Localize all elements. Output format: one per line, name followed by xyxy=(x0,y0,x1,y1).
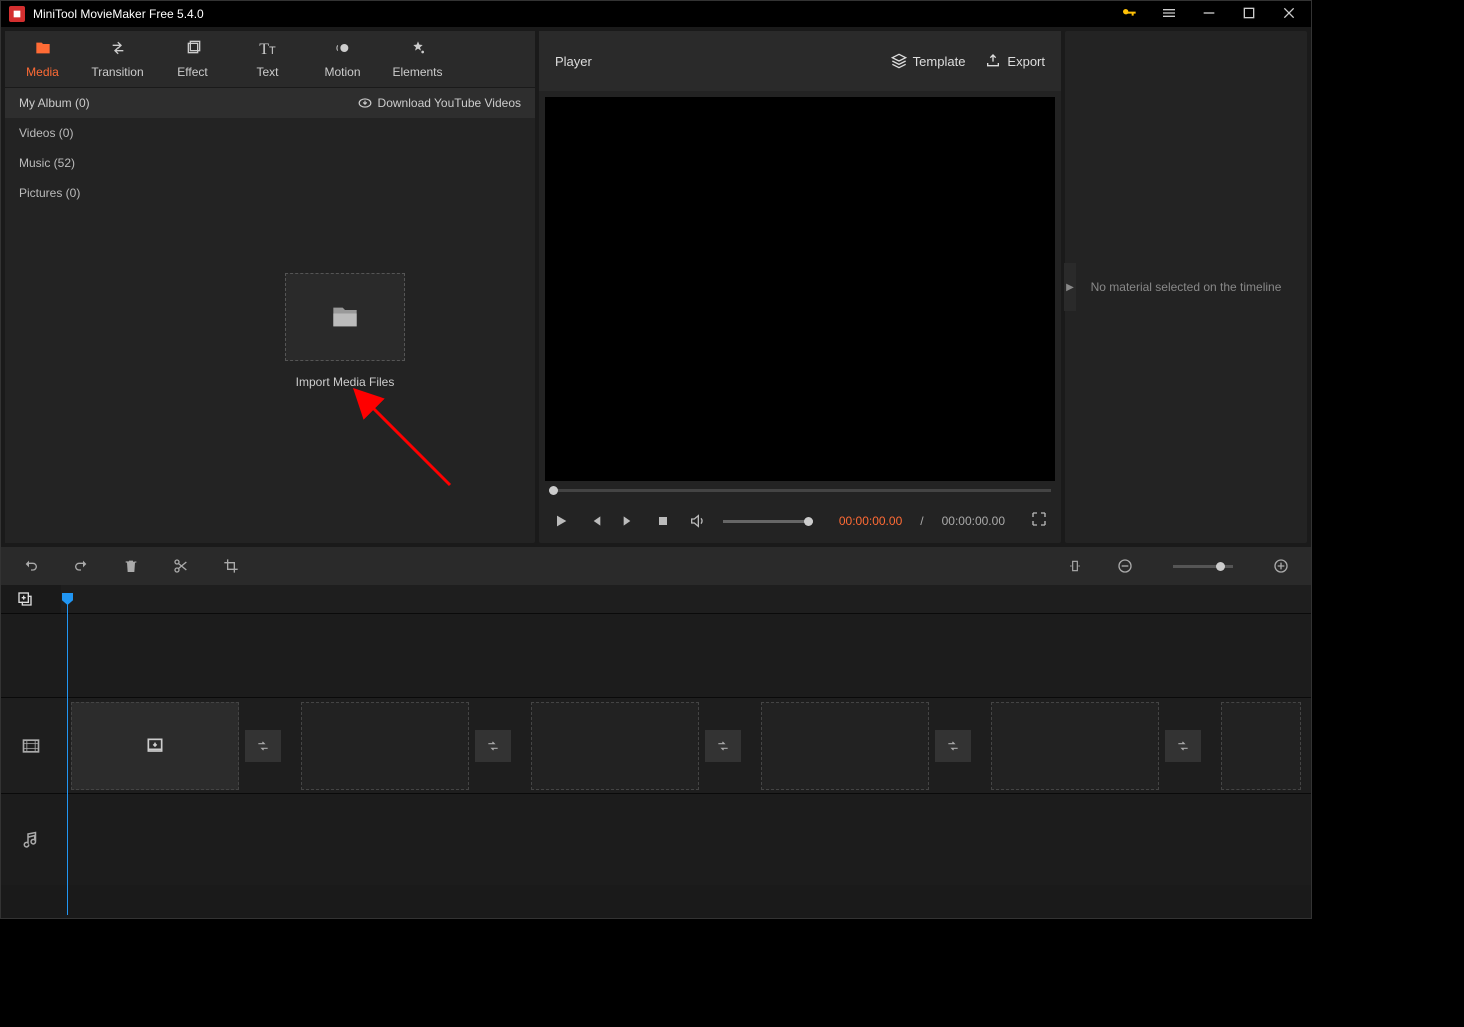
volume-button[interactable] xyxy=(689,513,705,529)
prev-frame-button[interactable] xyxy=(587,513,603,529)
export-button[interactable]: Export xyxy=(985,53,1045,69)
crop-button[interactable] xyxy=(221,558,241,574)
elements-icon xyxy=(380,39,455,61)
folder-import-icon xyxy=(331,305,359,329)
stop-button[interactable] xyxy=(655,513,671,529)
time-separator: / xyxy=(920,514,923,528)
tab-motion[interactable]: Motion xyxy=(305,31,380,87)
timeline-video-track[interactable] xyxy=(1,697,1311,793)
properties-panel: ▶ No material selected on the timeline xyxy=(1065,31,1307,543)
transition-icon xyxy=(80,39,155,61)
tab-label: Transition xyxy=(91,65,143,79)
timeline-audio-track[interactable] xyxy=(1,793,1311,885)
timeline-ruler[interactable] xyxy=(61,585,1311,613)
play-button[interactable] xyxy=(553,513,569,529)
time-current: 00:00:00.00 xyxy=(839,514,902,528)
import-media-label: Import Media Files xyxy=(296,375,395,389)
export-label: Export xyxy=(1007,54,1045,69)
video-clip-slot[interactable] xyxy=(761,702,929,790)
window-minimize-button[interactable] xyxy=(1195,3,1223,26)
properties-empty-text: No material selected on the timeline xyxy=(1091,280,1282,294)
zoom-slider[interactable] xyxy=(1173,565,1233,568)
tab-media[interactable]: Media xyxy=(5,31,80,87)
tab-transition[interactable]: Transition xyxy=(80,31,155,87)
delete-button[interactable] xyxy=(121,558,141,574)
tab-text[interactable]: TT Text xyxy=(230,31,305,87)
player-title: Player xyxy=(555,54,592,69)
effect-icon xyxy=(155,39,230,61)
sidebar-item-music[interactable]: Music (52) xyxy=(5,148,155,178)
timeline-text-track[interactable] xyxy=(1,613,1311,697)
volume-slider[interactable] xyxy=(723,520,813,523)
media-panel: Media Transition Effect TT Text Motion xyxy=(5,31,535,543)
transition-slot[interactable] xyxy=(475,730,511,762)
my-album-label: My Album (0) xyxy=(19,96,90,110)
audio-track-icon xyxy=(1,794,61,885)
video-clip-slot[interactable] xyxy=(1221,702,1301,790)
download-youtube-link[interactable]: Download YouTube Videos xyxy=(358,96,521,110)
video-clip-slot[interactable] xyxy=(71,702,239,790)
player-panel: Player Template Export xyxy=(539,31,1061,543)
tab-label: Elements xyxy=(392,65,442,79)
redo-button[interactable] xyxy=(71,558,91,574)
titlebar: MiniTool MovieMaker Free 5.4.0 xyxy=(1,1,1311,27)
video-clip-slot[interactable] xyxy=(531,702,699,790)
transition-slot[interactable] xyxy=(935,730,971,762)
zoom-out-button[interactable] xyxy=(1115,558,1135,574)
app-title: MiniTool MovieMaker Free 5.4.0 xyxy=(33,7,1115,21)
zoom-in-button[interactable] xyxy=(1271,558,1291,574)
sidebar-item-videos[interactable]: Videos (0) xyxy=(5,118,155,148)
video-clip-slot[interactable] xyxy=(991,702,1159,790)
transition-slot[interactable] xyxy=(245,730,281,762)
download-youtube-text: Download YouTube Videos xyxy=(378,96,521,110)
menu-icon[interactable] xyxy=(1155,3,1183,26)
transition-slot[interactable] xyxy=(705,730,741,762)
player-viewport[interactable] xyxy=(545,97,1055,481)
time-total: 00:00:00.00 xyxy=(942,514,1005,528)
split-button[interactable] xyxy=(171,558,191,574)
collapse-properties-button[interactable]: ▶ xyxy=(1064,263,1076,311)
media-sidebar: Videos (0) Music (52) Pictures (0) xyxy=(5,118,155,543)
template-label: Template xyxy=(913,54,966,69)
template-button[interactable]: Template xyxy=(891,53,966,69)
folder-icon xyxy=(5,39,80,61)
motion-icon xyxy=(305,39,380,61)
timeline[interactable] xyxy=(1,585,1311,915)
timeline-toolbar xyxy=(1,547,1311,585)
window-close-button[interactable] xyxy=(1275,3,1303,26)
sidebar-item-pictures[interactable]: Pictures (0) xyxy=(5,178,155,208)
activate-key-icon[interactable] xyxy=(1115,3,1143,26)
video-clip-slot[interactable] xyxy=(301,702,469,790)
window-maximize-button[interactable] xyxy=(1235,3,1263,26)
player-progress-bar[interactable] xyxy=(539,481,1061,499)
app-logo-icon xyxy=(9,6,25,22)
import-media-button[interactable] xyxy=(285,273,405,361)
tab-label: Media xyxy=(26,65,59,79)
video-track-icon xyxy=(1,698,61,793)
transition-slot[interactable] xyxy=(1165,730,1201,762)
add-track-button[interactable] xyxy=(17,591,33,612)
tab-effect[interactable]: Effect xyxy=(155,31,230,87)
tab-label: Effect xyxy=(177,65,207,79)
tab-elements[interactable]: Elements xyxy=(380,31,455,87)
tab-label: Motion xyxy=(324,65,360,79)
next-frame-button[interactable] xyxy=(621,513,637,529)
text-icon: TT xyxy=(230,39,305,61)
tab-label: Text xyxy=(256,65,278,79)
undo-button[interactable] xyxy=(21,558,41,574)
main-tabs: Media Transition Effect TT Text Motion xyxy=(5,31,535,88)
media-subheader: My Album (0) Download YouTube Videos xyxy=(5,88,535,118)
playhead[interactable] xyxy=(67,597,68,915)
zoom-fit-button[interactable] xyxy=(1065,558,1085,574)
media-content-area: Import Media Files xyxy=(155,118,535,543)
fullscreen-button[interactable] xyxy=(1031,511,1047,532)
